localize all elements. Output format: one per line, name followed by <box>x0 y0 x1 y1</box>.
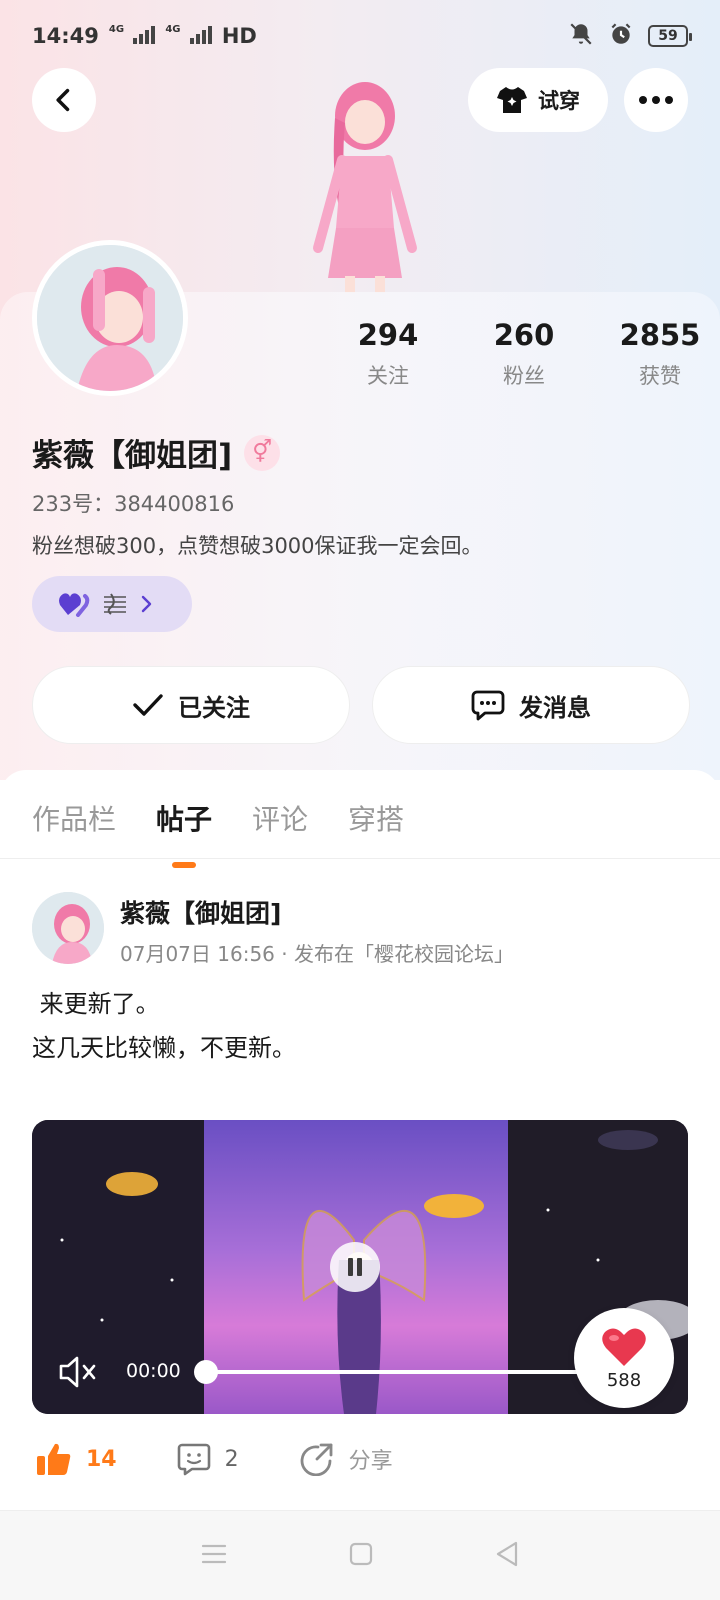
divider <box>0 858 720 859</box>
chevron-right-icon <box>141 595 152 613</box>
video-progress-thumb[interactable] <box>194 1360 218 1384</box>
profile-tabs: 作品栏 帖子 评论 穿搭 <box>32 798 404 868</box>
stat-likes[interactable]: 2855 获赞 <box>592 318 720 390</box>
video-time: 00:00 <box>126 1360 181 1382</box>
chevron-left-icon <box>56 88 70 112</box>
tab-outfits[interactable]: 穿搭 <box>348 798 404 838</box>
mute-bell-icon <box>568 21 594 52</box>
profile-name: 紫薇【御姐团] <box>32 438 233 474</box>
like-count: 14 <box>86 1446 117 1472</box>
pause-button[interactable] <box>330 1242 380 1292</box>
video-like-button[interactable]: 588 <box>574 1308 674 1408</box>
profile-bio: 粉丝想破300，点赞想破3000保证我一定会回。 <box>32 534 483 558</box>
status-bar: 14:49 4G 4G HD 59 <box>0 0 720 72</box>
gender-female-icon: ⚥ <box>244 434 281 471</box>
share-label: 分享 <box>348 1449 393 1474</box>
home-icon[interactable] <box>348 1541 374 1571</box>
more-options-button[interactable] <box>624 68 688 132</box>
music-score-icon <box>104 593 126 615</box>
video-progress-track[interactable] <box>204 1370 624 1374</box>
character-figure <box>290 78 440 293</box>
alarm-icon <box>608 21 634 52</box>
stat-label: 获赞 <box>639 364 681 388</box>
heart-badge-icon <box>59 593 90 617</box>
heart-icon <box>602 1328 646 1366</box>
stat-label: 关注 <box>367 364 409 388</box>
pause-icon <box>348 1258 362 1276</box>
back-triangle-icon[interactable] <box>494 1540 520 1572</box>
share-icon <box>300 1443 333 1476</box>
message-label: 发消息 <box>519 693 591 722</box>
follow-label: 已关注 <box>178 693 250 722</box>
try-on-label: 试穿 <box>538 89 580 113</box>
volume-mute-icon <box>59 1356 96 1388</box>
comment-count: 2 <box>224 1446 239 1472</box>
follow-button[interactable]: 已关注 <box>32 666 350 744</box>
stat-following[interactable]: 294 关注 <box>320 318 456 390</box>
hd-label: HD <box>221 24 257 48</box>
profile-avatar[interactable] <box>32 240 188 396</box>
comment-icon <box>177 1443 210 1476</box>
post-meta: 07月07日 16:56 · 发布在「樱花校园论坛」 <box>120 942 514 966</box>
try-on-button[interactable]: 试穿 <box>468 68 608 132</box>
stat-value: 260 <box>493 318 555 352</box>
chat-bubble-icon <box>471 690 505 721</box>
tab-posts[interactable]: 帖子 <box>156 798 212 868</box>
thumbs-up-icon <box>37 1443 71 1475</box>
battery-icon: 59 <box>648 25 692 47</box>
check-icon <box>133 694 163 716</box>
back-button[interactable] <box>32 68 96 132</box>
profile-stats: 294 关注 260 粉丝 2855 获赞 <box>320 318 720 390</box>
video-like-count: 588 <box>606 1369 642 1391</box>
post-text[interactable]: 来更新了。 这几天比较懒，不更新。 <box>32 982 296 1070</box>
mute-button[interactable] <box>58 1354 98 1394</box>
badge-pill-button[interactable] <box>32 576 192 632</box>
signal-icon: 4G <box>109 24 156 49</box>
user-id: 233号：384400816 <box>32 492 235 516</box>
share-button[interactable]: 分享 <box>299 1442 393 1476</box>
like-button[interactable]: 14 <box>36 1442 117 1476</box>
stat-label: 粉丝 <box>503 364 545 388</box>
stat-value: 2855 <box>619 318 701 352</box>
stat-followers[interactable]: 260 粉丝 <box>456 318 592 390</box>
menu-icon[interactable] <box>200 1542 228 1570</box>
tab-works[interactable]: 作品栏 <box>32 798 116 838</box>
signal-icon-2: 4G <box>165 24 212 49</box>
clock: 14:49 <box>32 24 99 48</box>
tshirt-icon <box>497 87 527 113</box>
tab-comments[interactable]: 评论 <box>252 798 308 838</box>
post-author-name[interactable]: 紫薇【御姐团] <box>120 894 281 930</box>
comment-button[interactable]: 2 <box>177 1442 239 1476</box>
more-horizontal-icon <box>639 96 673 104</box>
message-button[interactable]: 发消息 <box>372 666 690 744</box>
stat-value: 294 <box>357 318 419 352</box>
post-actions: 14 2 分享 <box>36 1442 453 1476</box>
system-navigation-bar <box>0 1510 720 1600</box>
post-author-avatar[interactable] <box>32 892 104 964</box>
name-row: 紫薇【御姐团] ⚥ <box>32 430 281 475</box>
